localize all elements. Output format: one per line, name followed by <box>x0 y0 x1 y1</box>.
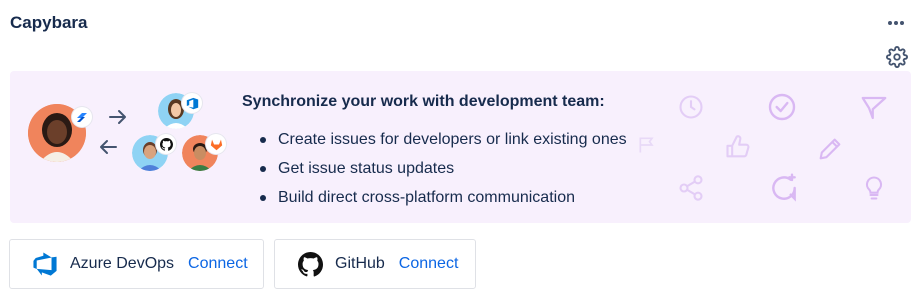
page-title: Capybara <box>10 13 88 32</box>
arrow-right-icon <box>109 110 126 124</box>
more-options-button[interactable] <box>885 14 907 32</box>
github-badge-icon <box>156 134 176 154</box>
feature-list-item: Create issues for developers or link exi… <box>258 125 627 154</box>
clock-icon <box>679 95 703 119</box>
feature-list: Create issues for developers or link exi… <box>258 125 627 212</box>
azure-badge-icon <box>182 93 202 113</box>
promo-banner: Synchronize your work with development t… <box>10 71 911 223</box>
gitlab-badge-icon <box>206 134 226 154</box>
github-card: GitHub Connect <box>274 239 476 289</box>
azure-devops-card: Azure DevOps Connect <box>9 239 264 289</box>
check-circle-icon <box>768 93 796 121</box>
settings-button[interactable] <box>886 46 908 68</box>
github-connect-link[interactable]: Connect <box>399 255 459 273</box>
more-horizontal-icon <box>888 21 904 25</box>
arrow-left-icon <box>100 140 117 154</box>
integration-name: Azure DevOps <box>70 255 175 272</box>
flag-icon <box>639 137 654 153</box>
chat-sparkle-icon <box>772 173 796 202</box>
github-icon <box>297 251 323 277</box>
azure-devops-connect-link[interactable]: Connect <box>188 255 248 273</box>
thumbs-up-icon <box>726 135 750 158</box>
send-icon <box>861 96 887 120</box>
banner-headline: Synchronize your work with development t… <box>242 93 605 110</box>
lightbulb-icon <box>865 176 883 200</box>
integration-name: GitHub <box>335 255 385 272</box>
gear-icon <box>886 46 908 68</box>
share-icon <box>679 175 703 201</box>
jira-badge-icon <box>72 107 92 127</box>
feature-list-item: Get issue status updates <box>258 154 627 183</box>
azure-devops-icon <box>32 251 58 277</box>
pencil-icon <box>819 138 841 160</box>
feature-list-item: Build direct cross-platform communicatio… <box>258 183 627 212</box>
